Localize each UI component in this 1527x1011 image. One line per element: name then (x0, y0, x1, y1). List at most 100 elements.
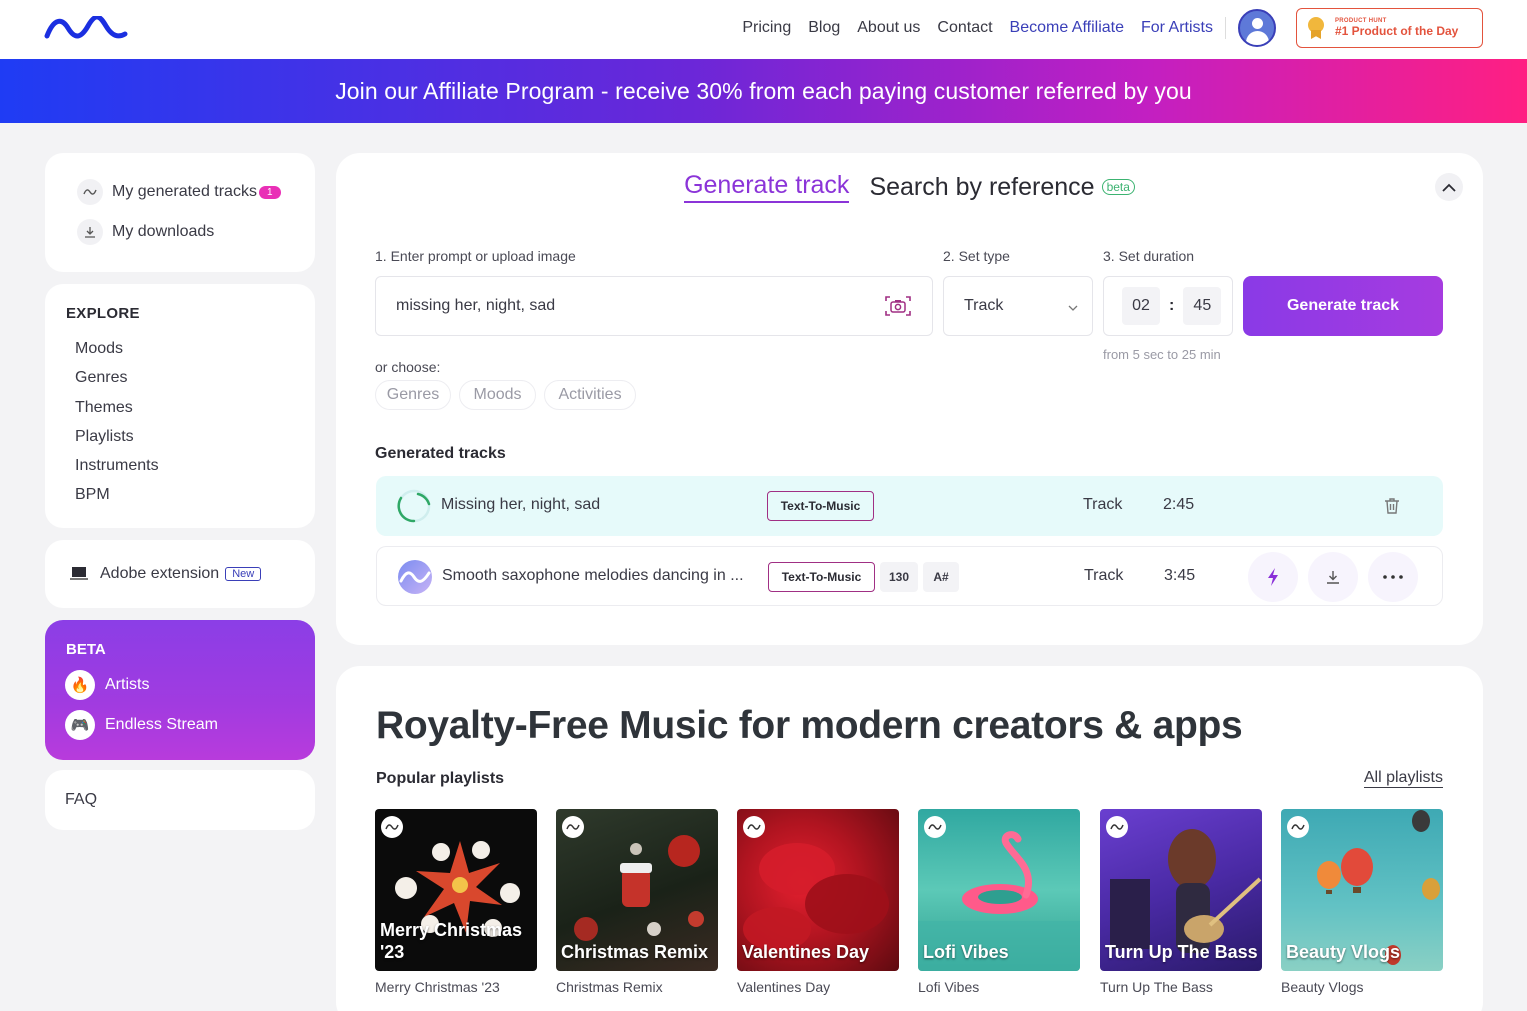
my-downloads-link[interactable]: My downloads (77, 219, 214, 245)
chip-activities[interactable]: Activities (544, 380, 636, 410)
my-downloads-label: My downloads (112, 223, 215, 240)
beta-title: BETA (66, 641, 106, 658)
lightning-icon (1268, 568, 1278, 586)
type-selected-value: Track (964, 297, 1004, 314)
camera-upload-icon[interactable] (884, 294, 912, 318)
product-hunt-badge[interactable]: PRODUCT HUNT #1 Product of the Day (1296, 8, 1483, 48)
nav-blog[interactable]: Blog (808, 19, 840, 37)
nav-pricing[interactable]: Pricing (742, 19, 791, 37)
explore-title: EXPLORE (66, 305, 140, 322)
new-badge: New (225, 567, 262, 581)
affiliate-banner[interactable]: Join our Affiliate Program - receive 30%… (0, 59, 1527, 123)
explore-themes[interactable]: Themes (75, 393, 159, 422)
boost-button[interactable] (1248, 552, 1298, 602)
playlist-card-turn-up-the-bass[interactable]: Turn Up The Bass Turn Up The Bass (1100, 809, 1262, 995)
adobe-extension-link[interactable]: Adobe extension New (67, 563, 262, 585)
user-avatar[interactable] (1238, 9, 1276, 47)
explore-moods[interactable]: Moods (75, 334, 159, 363)
nav-become-affiliate[interactable]: Become Affiliate (1010, 19, 1124, 37)
beta-artists-link[interactable]: 🔥 Artists (65, 670, 149, 700)
track-cover-icon (398, 560, 432, 594)
tab-generate-track[interactable]: Generate track (684, 171, 850, 203)
nav-contact[interactable]: Contact (937, 19, 992, 37)
faq-link[interactable]: FAQ (65, 791, 97, 809)
wave-icon (381, 816, 403, 838)
track-row[interactable]: Missing her, night, sad Text-To-Music Tr… (376, 476, 1443, 536)
generator-tabs: Generate track Search by reference beta (336, 171, 1483, 203)
explore-list: Moods Genres Themes Playlists Instrument… (75, 334, 159, 510)
playlist-caption: Lofi Vibes (918, 979, 980, 995)
playlist-card-beauty-vlogs[interactable]: Beauty Vlogs Beauty Vlogs (1281, 809, 1443, 995)
chip-moods[interactable]: Moods (459, 380, 536, 410)
download-icon (77, 219, 103, 245)
prompt-input[interactable] (396, 297, 856, 315)
playlist-caption: Christmas Remix (556, 979, 663, 995)
duration-seconds[interactable]: 45 (1183, 287, 1222, 325)
nav-for-artists[interactable]: For Artists (1141, 19, 1213, 37)
track-duration: 2:45 (1163, 496, 1195, 513)
playlist-caption: Turn Up The Bass (1100, 979, 1213, 995)
playlist-caption: Merry Christmas '23 (375, 979, 500, 995)
logo[interactable] (44, 14, 128, 45)
playlist-cover: Valentines Day (737, 809, 899, 971)
collapse-button[interactable] (1435, 173, 1463, 201)
nav-about[interactable]: About us (857, 19, 920, 37)
explore-genres[interactable]: Genres (75, 363, 159, 392)
my-library-card: My generated tracks 1 My downloads (45, 153, 315, 272)
prompt-box (375, 276, 933, 336)
trash-icon[interactable] (1382, 496, 1402, 516)
fire-icon: 🔥 (65, 670, 95, 700)
chevron-down-icon (1068, 305, 1078, 311)
logo-wave-icon (44, 14, 128, 39)
download-button[interactable] (1308, 552, 1358, 602)
explore-bpm[interactable]: BPM (75, 480, 159, 509)
track-tag: Text-To-Music (767, 491, 874, 521)
track-row[interactable]: Smooth saxophone melodies dancing in ...… (376, 546, 1443, 606)
explore-instruments[interactable]: Instruments (75, 451, 159, 480)
playlist-card-lofi-vibes[interactable]: Lofi Vibes Lofi Vibes (918, 809, 1080, 995)
faq-card[interactable]: FAQ (45, 770, 315, 830)
banner-text: Join our Affiliate Program - receive 30%… (335, 77, 1192, 104)
generate-track-button[interactable]: Generate track (1243, 276, 1443, 336)
tracks-count-badge: 1 (258, 185, 281, 199)
playlist-card-christmas-remix[interactable]: Christmas Remix Christmas Remix (556, 809, 718, 995)
beta-artists-label: Artists (105, 676, 150, 693)
or-choose-label: or choose: (375, 359, 441, 375)
gamepad-icon: 🎮 (65, 710, 95, 740)
track-key: A# (923, 562, 959, 592)
playlist-card-valentines-day[interactable]: Valentines Day Valentines Day (737, 809, 899, 995)
adobe-extension-card[interactable]: Adobe extension New (45, 540, 315, 608)
medal-icon (1307, 17, 1325, 39)
royalty-title: Royalty-Free Music for modern creators &… (376, 704, 1243, 747)
all-playlists-link[interactable]: All playlists (1363, 769, 1443, 788)
explore-card: EXPLORE Moods Genres Themes Playlists In… (45, 284, 315, 528)
my-generated-tracks-link[interactable]: My generated tracks 1 (77, 179, 281, 205)
prompt-label: 1. Enter prompt or upload image (375, 248, 576, 264)
playlist-overlay-title: Lofi Vibes (923, 942, 1009, 962)
generated-tracks-title: Generated tracks (375, 445, 506, 462)
chip-genres[interactable]: Genres (375, 380, 451, 410)
playlist-overlay-title: Christmas Remix (561, 942, 709, 962)
explore-playlists[interactable]: Playlists (75, 422, 159, 451)
playlist-cover: Merry Christmas '23 (375, 809, 537, 971)
type-select[interactable]: Track (943, 276, 1093, 336)
track-type: Track (1084, 567, 1124, 584)
wave-icon (562, 816, 584, 838)
beta-endless-stream-link[interactable]: 🎮 Endless Stream (65, 710, 218, 740)
wave-icon (743, 816, 765, 838)
search-beta-badge: beta (1101, 179, 1135, 195)
playlist-card-merry-christmas[interactable]: Merry Christmas '23 Merry Christmas '23 (375, 809, 537, 995)
playlist-caption: Valentines Day (737, 979, 831, 995)
beta-stream-label: Endless Stream (105, 716, 218, 733)
loading-spinner-icon (397, 489, 431, 523)
duration-minutes[interactable]: 02 (1122, 287, 1160, 325)
popular-playlists-title: Popular playlists (376, 770, 505, 787)
track-name: Smooth saxophone melodies dancing in ... (442, 567, 744, 584)
laptop-icon (70, 567, 88, 580)
tab-search-by-reference[interactable]: Search by reference (869, 173, 1094, 202)
wave-icon (924, 816, 946, 838)
avatar-head (1252, 18, 1263, 29)
playlist-overlay-title: Valentines Day (742, 942, 870, 962)
more-options-button[interactable] (1368, 552, 1418, 602)
duration-input: 02 : 45 (1103, 276, 1233, 336)
